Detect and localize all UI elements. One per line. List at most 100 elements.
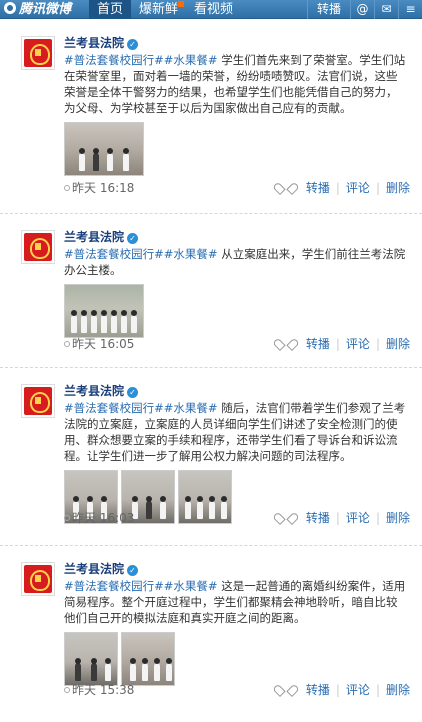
logo-text: 腾讯微博 [19,2,72,17]
like-icon[interactable] [280,514,290,523]
post-time[interactable]: 昨天 16:05 [72,337,134,351]
tencent-weibo-logo[interactable]: 腾讯微博 [0,0,71,19]
like-icon[interactable] [280,184,290,193]
photo-figure [71,310,77,333]
repost-button[interactable]: 转播 [306,682,330,698]
photo-figure [166,658,172,681]
post-images [64,122,408,176]
post-time[interactable]: 昨天 16:03 [72,511,134,525]
post-text: #普法套餐校园行##水果餐# 学生们首先来到了荣誉室。学生们站在荣誉室里，面对着… [64,52,408,116]
court-emblem-icon [24,565,52,593]
post-thumbnail[interactable] [121,632,175,686]
verified-icon: ✓ [127,233,139,244]
verified-icon: ✓ [127,565,139,576]
post-thumbnail[interactable] [64,632,118,686]
feed-post: 兰考县法院 ✓ #普法套餐校园行##水果餐# 从立案庭出来，学生们前往兰考法院办公… [0,214,422,368]
photo-figure [91,310,97,333]
verified-icon: ✓ [127,387,139,398]
avatar[interactable] [21,36,55,70]
delete-button[interactable]: 删除 [386,336,410,352]
post-meta: 昨天 16:18 转播 | 评论 | 删除 [64,180,410,196]
photo-figure [91,658,97,681]
photo-figure [107,148,113,171]
menu-icon[interactable]: ≡ [398,0,422,19]
court-emblem-icon [24,39,52,67]
top-navigation-bar: 腾讯微博 首页 爆新鲜 看视频 转播 @ ✉ ≡ [0,0,422,19]
post-text: #普法套餐校园行##水果餐# 随后，法官们带着学生们参观了兰考法院的立案庭，立案… [64,400,408,464]
comment-button[interactable]: 评论 [346,336,370,352]
nav-watch-video[interactable]: 看视频 [186,0,241,19]
mail-icon[interactable]: ✉ [374,0,398,19]
author-name[interactable]: 兰考县法院 [64,562,124,576]
author-name[interactable]: 兰考县法院 [64,36,124,50]
hashtag-link[interactable]: #普法套餐校园行##水果餐# [64,401,218,415]
post-actions: 转播 | 评论 | 删除 [280,682,410,698]
post-time[interactable]: 昨天 16:18 [72,181,134,195]
author-name[interactable]: 兰考县法院 [64,230,124,244]
delete-button[interactable]: 删除 [386,510,410,526]
post-images [64,632,408,686]
delete-button[interactable]: 删除 [386,682,410,698]
clock-icon [64,515,70,521]
verified-icon: ✓ [127,39,139,50]
comment-button[interactable]: 评论 [346,180,370,196]
comment-button[interactable]: 评论 [346,682,370,698]
at-icon[interactable]: @ [350,0,374,19]
photo-figure [130,658,136,681]
main-nav: 首页 爆新鲜 看视频 [89,0,241,19]
weibo-logo-icon [4,2,16,14]
photo-figure [93,148,99,171]
feed-post: 兰考县法院 ✓ #普法套餐校园行##水果餐# 学生们首先来到了荣誉室。学生们站在荣… [0,20,422,214]
repost-button[interactable]: 转播 [306,510,330,526]
photo-figure [131,310,137,333]
photo-figure [142,658,148,681]
post-meta: 昨天 15:38 转播 | 评论 | 删除 [64,682,410,698]
post-time[interactable]: 昨天 15:38 [72,683,134,697]
like-icon[interactable] [280,686,290,695]
post-actions: 转播 | 评论 | 删除 [280,336,410,352]
post-actions: 转播 | 评论 | 删除 [280,180,410,196]
hashtag-link[interactable]: #普法套餐校园行##水果餐# [64,53,218,67]
delete-button[interactable]: 删除 [386,180,410,196]
top-repost-label: 转播 [316,2,341,16]
author-name[interactable]: 兰考县法院 [64,384,124,398]
post-thumbnail[interactable] [64,284,144,338]
nav-home-label: 首页 [97,2,124,17]
photo-figure [154,658,160,681]
post-content: 兰考县法院 ✓ #普法套餐校园行##水果餐# 随后，法官们带着学生们参观了兰考法院… [64,382,408,524]
court-emblem-icon [24,233,52,261]
nav-watch-video-label: 看视频 [194,2,234,17]
photo-figure [111,310,117,333]
avatar[interactable] [21,384,55,418]
clock-icon [64,185,70,191]
post-content: 兰考县法院 ✓ #普法套餐校园行##水果餐# 从立案庭出来，学生们前往兰考法院办公… [64,228,408,338]
nav-hot-fresh-label: 爆新鲜 [139,2,179,17]
post-content: 兰考县法院 ✓ #普法套餐校园行##水果餐# 这是一起普通的离婚纠纷案件，适用简易… [64,560,408,686]
feed-post: 兰考县法院 ✓ #普法套餐校园行##水果餐# 随后，法官们带着学生们参观了兰考法院… [0,368,422,546]
repost-button[interactable]: 转播 [306,336,330,352]
post-images [64,284,408,338]
photo-figure [101,310,107,333]
post-content: 兰考县法院 ✓ #普法套餐校园行##水果餐# 学生们首先来到了荣誉室。学生们站在荣… [64,34,408,176]
post-text: #普法套餐校园行##水果餐# 从立案庭出来，学生们前往兰考法院办公主楼。 [64,246,408,278]
hashtag-link[interactable]: #普法套餐校园行##水果餐# [64,247,218,261]
hashtag-link[interactable]: #普法套餐校园行##水果餐# [64,579,218,593]
court-emblem-icon [24,387,52,415]
photo-figure [121,310,127,333]
like-icon[interactable] [280,340,290,349]
post-meta: 昨天 16:05 转播 | 评论 | 删除 [64,336,410,352]
top-repost-button[interactable]: 转播 [306,0,350,19]
post-text: #普法套餐校园行##水果餐# 这是一起普通的离婚纠纷案件，适用简易程序。整个开庭… [64,578,408,626]
clock-icon [64,341,70,347]
clock-icon [64,687,70,693]
comment-button[interactable]: 评论 [346,510,370,526]
nav-hot-fresh[interactable]: 爆新鲜 [131,0,186,19]
top-right-tools: 转播 @ ✉ ≡ [306,0,422,19]
avatar[interactable] [21,230,55,264]
post-actions: 转播 | 评论 | 删除 [280,510,410,526]
repost-button[interactable]: 转播 [306,180,330,196]
feed-list: 兰考县法院 ✓ #普法套餐校园行##水果餐# 学生们首先来到了荣誉室。学生们站在荣… [0,20,422,722]
avatar[interactable] [21,562,55,596]
nav-home[interactable]: 首页 [89,0,132,19]
post-thumbnail[interactable] [64,122,144,176]
